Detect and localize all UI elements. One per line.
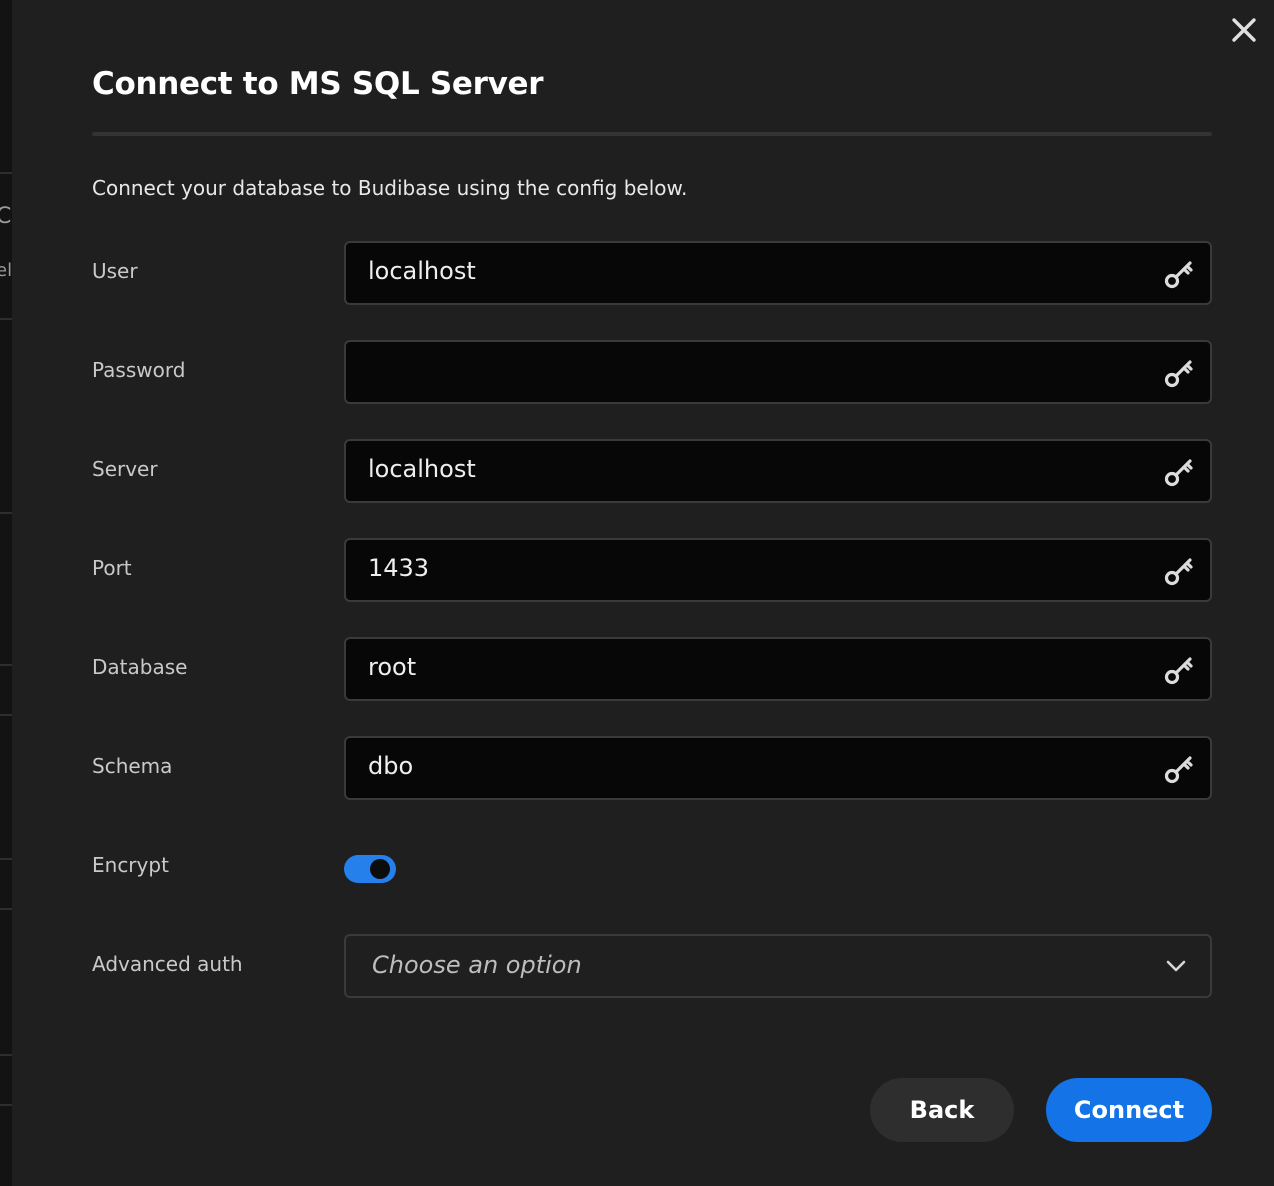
field-label: Port	[92, 556, 132, 580]
user-input[interactable]: localhost	[344, 241, 1212, 305]
encrypt-toggle[interactable]	[344, 855, 396, 883]
password-input[interactable]	[344, 340, 1212, 404]
field-label: Schema	[92, 754, 173, 778]
chevron-down-icon	[1166, 960, 1186, 972]
close-button[interactable]	[1228, 14, 1260, 46]
port-input[interactable]: 1433	[344, 538, 1212, 602]
select-placeholder: Choose an option	[372, 951, 582, 979]
toggle-knob	[370, 859, 390, 879]
backdrop-peek-text: ela	[0, 260, 12, 281]
backdrop-divider	[0, 908, 12, 910]
field-row-advanced-auth: Advanced auth Choose an option	[92, 934, 1212, 998]
field-value: dbo	[368, 752, 414, 780]
key-icon[interactable]	[1162, 257, 1196, 291]
field-row-schema: Schema dbo	[92, 736, 1212, 800]
field-value: localhost	[368, 257, 476, 285]
field-row-user: User localhost	[92, 241, 1212, 305]
key-icon[interactable]	[1162, 356, 1196, 390]
backdrop-divider	[0, 512, 12, 514]
key-icon[interactable]	[1162, 455, 1196, 489]
server-input[interactable]: localhost	[344, 439, 1212, 503]
field-value: root	[368, 653, 417, 681]
field-label: Server	[92, 457, 158, 481]
backdrop-divider	[0, 172, 12, 174]
field-value: 1433	[368, 554, 430, 582]
close-icon	[1232, 18, 1256, 42]
backdrop-panel: Cr ela	[0, 0, 12, 1186]
database-input[interactable]: root	[344, 637, 1212, 701]
key-icon[interactable]	[1162, 752, 1196, 786]
key-icon[interactable]	[1162, 554, 1196, 588]
backdrop-divider	[0, 714, 12, 716]
connect-modal: Connect to MS SQL Server Connect your da…	[12, 0, 1274, 1186]
field-label: Encrypt	[92, 853, 169, 877]
modal-title: Connect to MS SQL Server	[92, 66, 544, 102]
field-label: Database	[92, 655, 188, 679]
modal-description: Connect your database to Budibase using …	[92, 176, 688, 200]
field-row-database: Database root	[92, 637, 1212, 701]
field-row-encrypt: Encrypt	[92, 835, 1212, 899]
backdrop-divider	[0, 1054, 12, 1056]
field-row-port: Port 1433	[92, 538, 1212, 602]
field-label: Password	[92, 358, 186, 382]
key-icon[interactable]	[1162, 653, 1196, 687]
backdrop-divider	[0, 318, 12, 320]
backdrop-divider	[0, 858, 12, 860]
backdrop-peek-text: Cr	[0, 204, 12, 229]
field-row-password: Password	[92, 340, 1212, 404]
backdrop-divider	[0, 664, 12, 666]
backdrop-divider	[0, 1104, 12, 1106]
advanced-auth-select[interactable]: Choose an option	[344, 934, 1212, 998]
field-label: Advanced auth	[92, 952, 243, 976]
back-button[interactable]: Back	[870, 1078, 1014, 1142]
title-divider	[92, 132, 1212, 136]
schema-input[interactable]: dbo	[344, 736, 1212, 800]
connect-button[interactable]: Connect	[1046, 1078, 1212, 1142]
field-label: User	[92, 259, 138, 283]
field-value: localhost	[368, 455, 476, 483]
field-row-server: Server localhost	[92, 439, 1212, 503]
